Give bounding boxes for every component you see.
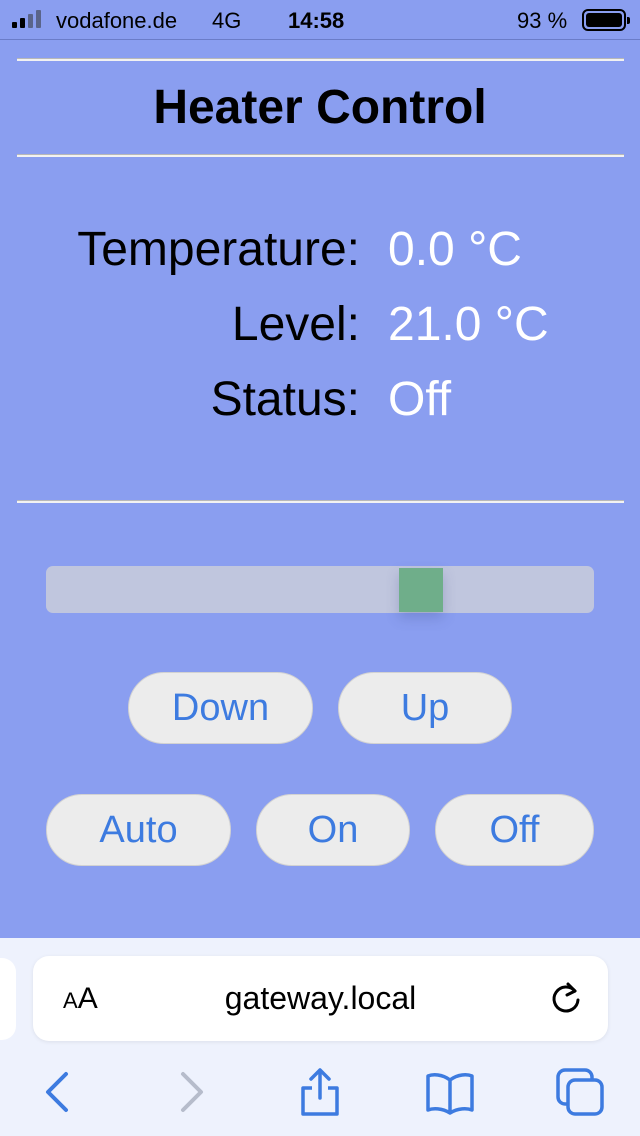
reading-label: Temperature: — [77, 223, 360, 276]
reading-label: Status: — [210, 373, 360, 426]
up-button[interactable]: Up — [338, 672, 512, 744]
status-divider — [0, 39, 640, 40]
page-title: Heater Control — [153, 81, 487, 134]
title-top-rule — [17, 59, 624, 61]
bookmarks-icon[interactable] — [422, 1066, 478, 1118]
forward-arrow-icon[interactable] — [163, 1066, 219, 1118]
reading-value: 21.0 °C — [388, 298, 549, 351]
level-slider-thumb[interactable] — [399, 568, 443, 612]
network-type: 4G — [212, 8, 242, 33]
url-text[interactable]: gateway.local — [33, 980, 608, 1017]
title-bottom-rule — [17, 155, 624, 157]
off-button[interactable]: Off — [435, 794, 594, 866]
section-rule — [17, 501, 624, 503]
auto-button[interactable]: Auto — [46, 794, 231, 866]
status-time: 14:58 — [288, 8, 345, 33]
reading-value: Off — [388, 373, 452, 426]
reading-level: Level: 21.0 °C — [0, 297, 640, 367]
battery-icon — [582, 9, 630, 31]
reading-label: Level: — [231, 298, 360, 351]
down-button[interactable]: Down — [128, 672, 313, 744]
address-bar[interactable]: AA gateway.local — [33, 956, 608, 1041]
tabs-icon[interactable] — [552, 1066, 608, 1118]
reload-icon[interactable] — [548, 980, 584, 1016]
cellular-signal-icon — [12, 10, 41, 28]
reading-temperature: Temperature: 0.0 °C — [0, 222, 640, 292]
status-bar: vodafone.de 4G 14:58 93 % — [0, 0, 640, 40]
reading-value: 0.0 °C — [388, 223, 522, 276]
on-button[interactable]: On — [256, 794, 410, 866]
previous-tab-edge[interactable] — [0, 958, 16, 1040]
share-icon[interactable] — [292, 1066, 348, 1118]
reading-status: Status: Off — [0, 372, 640, 442]
back-arrow-icon[interactable] — [30, 1066, 86, 1118]
battery-percentage: 93 % — [517, 8, 568, 33]
level-slider[interactable] — [46, 566, 594, 613]
carrier-name: vodafone.de — [56, 8, 178, 33]
